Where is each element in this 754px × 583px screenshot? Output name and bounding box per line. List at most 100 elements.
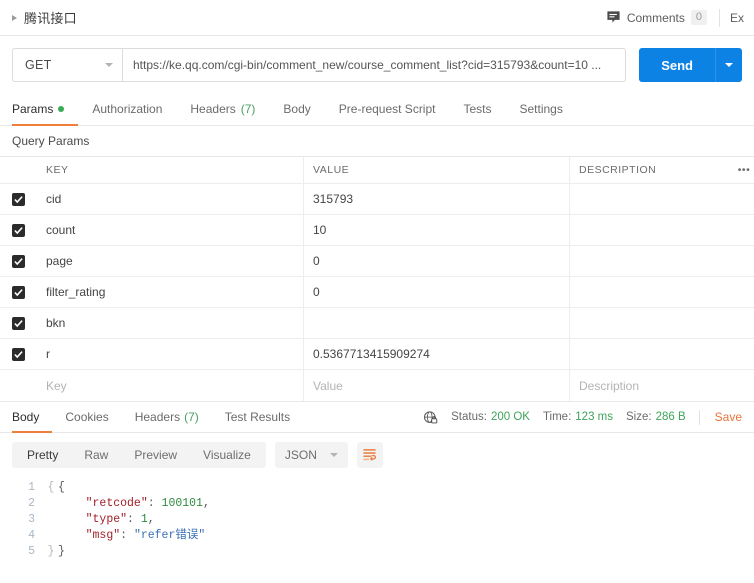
row-checkbox[interactable]: [12, 347, 25, 361]
response-tab-body[interactable]: Body: [12, 402, 53, 433]
response-body-viewer[interactable]: 1 2 3 4 5 { } { "retcode": 100101, "type…: [0, 476, 754, 583]
param-value[interactable]: 0: [304, 277, 570, 307]
response-bar: Body Cookies Headers (7) Test Results St…: [0, 402, 754, 433]
param-description[interactable]: [570, 184, 754, 214]
status-badge: Status: 200 OK: [451, 411, 530, 423]
chevron-down-icon: [105, 63, 113, 67]
tab-headers-count: (7): [240, 102, 256, 116]
wrap-lines-button[interactable]: [356, 441, 383, 468]
comments-button[interactable]: Comments 0: [594, 0, 719, 35]
breadcrumb[interactable]: 腾讯接口: [12, 8, 77, 27]
code-line: "type": 1,: [58, 512, 754, 528]
format-pretty-button[interactable]: Pretty: [14, 442, 71, 468]
tab-settings[interactable]: Settings: [506, 94, 577, 126]
fold-marker[interactable]: {: [44, 480, 58, 496]
response-tab-test-results[interactable]: Test Results: [212, 402, 303, 433]
param-description[interactable]: [570, 215, 754, 245]
row-checkbox[interactable]: [12, 254, 25, 268]
table-row[interactable]: count 10: [0, 215, 754, 246]
new-param-value-input[interactable]: Value: [304, 370, 570, 401]
param-value[interactable]: 10: [304, 215, 570, 245]
save-response-button[interactable]: Save: [713, 410, 742, 424]
response-tab-headers[interactable]: Headers (7): [122, 402, 212, 433]
tab-body-label: Body: [283, 102, 311, 116]
new-param-description-input[interactable]: Description: [570, 370, 754, 401]
globe-lock-icon[interactable]: [423, 410, 438, 425]
param-description[interactable]: [570, 339, 754, 369]
request-url-bar: GET https://ke.qq.com/cgi-bin/comment_ne…: [0, 36, 754, 94]
code-line: "retcode": 100101,: [58, 496, 754, 512]
fold-marker: }: [47, 545, 55, 558]
table-row[interactable]: filter_rating 0: [0, 277, 754, 308]
row-checkbox-cell: [0, 215, 37, 245]
code-token: "msg": [85, 529, 121, 542]
param-key[interactable]: cid: [37, 184, 304, 214]
tab-body[interactable]: Body: [269, 94, 324, 126]
param-description[interactable]: [570, 246, 754, 276]
code-token: ,: [147, 513, 155, 526]
url-input[interactable]: https://ke.qq.com/cgi-bin/comment_new/co…: [122, 48, 627, 82]
size-value: 286 B: [655, 411, 686, 423]
code-token: "type": [85, 513, 128, 526]
param-value[interactable]: 315793: [304, 184, 570, 214]
new-param-key-input[interactable]: Key: [37, 370, 304, 401]
param-key[interactable]: count: [37, 215, 304, 245]
table-row[interactable]: page 0: [0, 246, 754, 277]
send-button[interactable]: Send: [639, 48, 715, 82]
tab-authorization[interactable]: Authorization: [78, 94, 176, 126]
tab-params[interactable]: Params: [12, 94, 79, 126]
status-label: Status:: [451, 411, 487, 423]
response-language-select[interactable]: JSON: [274, 441, 348, 468]
param-description[interactable]: [570, 277, 754, 307]
examples-button[interactable]: Ex: [720, 11, 754, 25]
code-line: {: [58, 480, 754, 496]
response-tab-headers-count: (7): [184, 409, 199, 424]
tab-params-label: Params: [12, 102, 54, 116]
table-row[interactable]: r 0.5367713415909274: [0, 339, 754, 370]
json-code[interactable]: { "retcode": 100101, "type": 1, "msg": "…: [58, 480, 754, 583]
page-title: 腾讯接口: [24, 11, 77, 26]
table-row[interactable]: cid 315793: [0, 184, 754, 215]
chevron-right-icon[interactable]: [12, 14, 17, 21]
param-key[interactable]: r: [37, 339, 304, 369]
bulk-edit-menu-icon[interactable]: •••: [734, 157, 754, 183]
code-fold-gutter[interactable]: { }: [44, 480, 58, 583]
format-raw-button[interactable]: Raw: [71, 442, 121, 468]
tab-headers[interactable]: Headers (7): [176, 94, 269, 126]
response-tab-cookies[interactable]: Cookies: [52, 402, 121, 433]
line-number-gutter: 1 2 3 4 5: [0, 480, 44, 583]
line-number: 5: [28, 545, 35, 558]
format-preview-button[interactable]: Preview: [121, 442, 190, 468]
query-params-title: Query Params: [12, 134, 90, 148]
param-value[interactable]: 0.5367713415909274: [304, 339, 570, 369]
param-key[interactable]: filter_rating: [37, 277, 304, 307]
line-number: 2: [28, 497, 35, 510]
row-checkbox[interactable]: [12, 192, 25, 206]
http-method-select[interactable]: GET: [12, 48, 122, 82]
code-token: :: [147, 497, 162, 510]
code-token: 1: [140, 513, 148, 526]
code-token: :: [120, 529, 134, 542]
send-options-button[interactable]: [715, 48, 742, 82]
param-description[interactable]: [570, 308, 754, 338]
param-value[interactable]: 0: [304, 246, 570, 276]
row-checkbox[interactable]: [12, 285, 25, 299]
tab-pre-request-script[interactable]: Pre-request Script: [325, 94, 450, 126]
query-params-table: KEY VALUE DESCRIPTION ••• cid 315793 cou…: [0, 156, 754, 402]
param-key[interactable]: bkn: [37, 308, 304, 338]
fold-marker: [44, 512, 58, 528]
table-row[interactable]: bkn: [0, 308, 754, 339]
param-value[interactable]: [304, 308, 570, 338]
param-key[interactable]: page: [37, 246, 304, 276]
row-checkbox[interactable]: [12, 223, 25, 237]
code-token: "retcode": [85, 497, 148, 510]
wrap-lines-icon: [363, 449, 377, 461]
format-visualize-button[interactable]: Visualize: [190, 442, 264, 468]
row-checkbox-cell: [0, 184, 37, 214]
table-row-new[interactable]: Key Value Description: [0, 370, 754, 401]
row-checkbox-cell: [0, 339, 37, 369]
row-checkbox[interactable]: [12, 316, 25, 330]
tab-tests[interactable]: Tests: [449, 94, 505, 126]
